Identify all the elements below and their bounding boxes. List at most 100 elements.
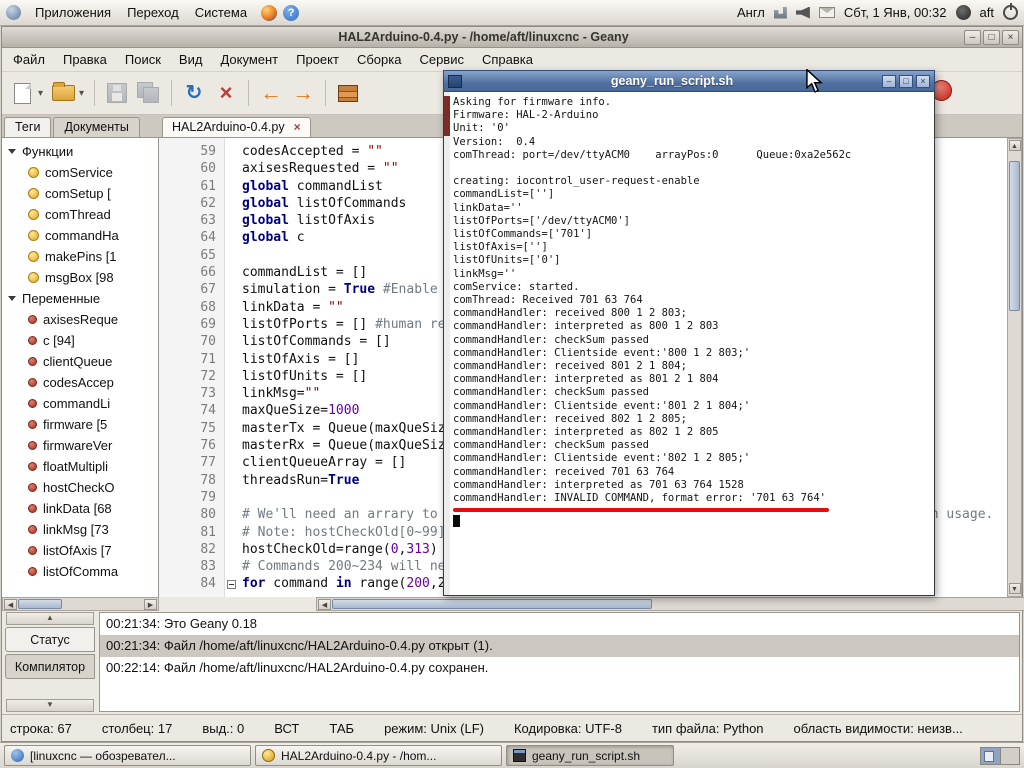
scroll-thumb[interactable] xyxy=(1009,161,1020,311)
tabs-scroll-down-icon[interactable]: ▼ xyxy=(6,699,94,712)
menubar-item[interactable]: Справка xyxy=(473,48,542,71)
menubar-item[interactable]: Документ xyxy=(211,48,287,71)
message-tab-status[interactable]: Статус xyxy=(5,627,95,652)
terminal-titlebar[interactable]: geany_run_script.sh – □ × xyxy=(443,70,935,92)
scroll-up-icon[interactable]: ▲ xyxy=(1008,140,1021,151)
taskbar-button[interactable]: HAL2Arduino-0.4.py - /hom... xyxy=(255,745,502,766)
symbol-item[interactable]: comSetup [ xyxy=(2,183,158,204)
open-file-button[interactable] xyxy=(51,78,75,108)
sidebar-hscrollbar[interactable]: ◀ ▶ xyxy=(2,597,159,611)
tabs-scroll-up-icon[interactable]: ▲ xyxy=(6,612,94,625)
scroll-thumb[interactable] xyxy=(18,599,62,609)
expander-icon[interactable] xyxy=(8,149,16,154)
workspace-switcher[interactable] xyxy=(980,746,1020,765)
save-button[interactable] xyxy=(105,78,129,108)
symbol-item[interactable]: comService xyxy=(2,162,158,183)
minimize-button[interactable]: – xyxy=(882,74,896,88)
sidebar-tab[interactable]: Теги xyxy=(4,117,52,137)
symbol-section[interactable]: Функции xyxy=(2,141,158,162)
minimize-button[interactable]: – xyxy=(964,29,981,45)
save-all-button[interactable] xyxy=(137,78,161,108)
menubar-item[interactable]: Файл xyxy=(4,48,54,71)
browser-launcher-icon[interactable] xyxy=(261,4,278,21)
maximize-button[interactable]: □ xyxy=(983,29,1000,45)
document-tab[interactable]: HAL2Arduino-0.4.py × xyxy=(162,117,311,137)
menubar-item[interactable]: Сборка xyxy=(348,48,411,71)
symbol-item[interactable]: makePins [1 xyxy=(2,246,158,267)
symbol-item[interactable]: c [94] xyxy=(2,330,158,351)
symbol-item[interactable]: linkData [68 xyxy=(2,498,158,519)
workspace-1[interactable] xyxy=(981,747,1000,764)
menubar-item[interactable]: Вид xyxy=(170,48,212,71)
terminal-scrollbar[interactable] xyxy=(444,92,450,595)
status-message-list[interactable]: 00:21:34: Это Geany 0.18 00:21:34: Файл /… xyxy=(99,612,1020,712)
volume-icon[interactable] xyxy=(795,6,810,19)
compile-button[interactable] xyxy=(336,78,360,108)
window-menu-icon[interactable] xyxy=(448,74,462,88)
symbol-item[interactable]: firmware [5 xyxy=(2,414,158,435)
clock[interactable]: Сбт, 1 Янв, 00:32 xyxy=(844,5,947,20)
back-button[interactable]: ← xyxy=(259,78,283,108)
editor-hscrollbar[interactable]: ◀ ▶ xyxy=(316,597,1024,611)
symbol-item[interactable]: codesAccep xyxy=(2,372,158,393)
status-message-row[interactable]: 00:22:14: Файл /home/aft/linuxcnc/HAL2Ar… xyxy=(100,657,1019,679)
scroll-left-icon[interactable]: ◀ xyxy=(4,598,17,610)
tab-close-icon[interactable]: × xyxy=(294,121,301,133)
new-file-button[interactable] xyxy=(10,78,34,108)
menubar-item[interactable]: Проект xyxy=(287,48,348,71)
symbol-item[interactable]: axisesReque xyxy=(2,309,158,330)
help-launcher-icon[interactable]: ? xyxy=(283,4,300,21)
symbol-item[interactable]: commandHa xyxy=(2,225,158,246)
network-icon[interactable] xyxy=(773,6,787,19)
symbol-section[interactable]: Переменные xyxy=(2,288,158,309)
variable-icon xyxy=(28,336,37,345)
taskbar-button[interactable]: [linuxcnc — обозревател... xyxy=(4,745,251,766)
open-file-dropdown[interactable]: ▾ xyxy=(79,88,84,99)
geany-titlebar[interactable]: HAL2Arduino-0.4.py - /home/aft/linuxcnc … xyxy=(2,27,1022,48)
scroll-down-icon[interactable]: ▼ xyxy=(1008,583,1021,594)
symbol-item[interactable]: linkMsg [73 xyxy=(2,519,158,540)
expander-icon[interactable] xyxy=(8,296,16,301)
symbol-item[interactable]: commandLi xyxy=(2,393,158,414)
scroll-thumb[interactable] xyxy=(444,96,450,136)
symbol-item[interactable]: hostCheckO xyxy=(2,477,158,498)
panel-menu[interactable]: Система xyxy=(187,2,255,23)
symbol-tree[interactable]: Функции comService comSetup [comThread comm… xyxy=(2,138,159,597)
message-tab-compiler[interactable]: Компилятор xyxy=(5,654,95,679)
symbol-item[interactable]: msgBox [98 xyxy=(2,267,158,288)
menubar-item[interactable]: Сервис xyxy=(410,48,473,71)
session-icon[interactable] xyxy=(955,5,971,20)
editor-vscrollbar[interactable]: ▲ ▼ xyxy=(1007,138,1022,597)
forward-button[interactable]: → xyxy=(291,78,315,108)
menubar-item[interactable]: Поиск xyxy=(116,48,170,71)
user-name[interactable]: aft xyxy=(980,5,994,20)
close-button[interactable]: × xyxy=(916,74,930,88)
keyboard-layout-indicator[interactable]: Англ xyxy=(737,5,765,20)
close-document-button[interactable]: × xyxy=(214,78,238,108)
maximize-button[interactable]: □ xyxy=(899,74,913,88)
symbol-item[interactable]: listOfComma xyxy=(2,561,158,582)
taskbar-button[interactable]: geany_run_script.sh xyxy=(506,745,674,766)
scroll-thumb[interactable] xyxy=(332,599,652,609)
mail-icon[interactable] xyxy=(818,7,835,18)
symbol-item[interactable]: listOfAxis [7 xyxy=(2,540,158,561)
panel-menu[interactable]: Переход xyxy=(119,2,187,23)
close-button[interactable]: × xyxy=(1002,29,1019,45)
symbol-item[interactable]: clientQueue xyxy=(2,351,158,372)
symbol-item[interactable]: floatMultipli xyxy=(2,456,158,477)
new-file-dropdown[interactable]: ▾ xyxy=(38,88,43,99)
panel-menu[interactable]: Приложения xyxy=(27,2,119,23)
power-icon[interactable] xyxy=(1003,3,1018,20)
revert-button[interactable]: ↻ xyxy=(182,78,206,108)
status-message-row[interactable]: 00:21:34: Файл /home/aft/linuxcnc/HAL2Ar… xyxy=(100,635,1019,657)
symbol-item[interactable]: comThread xyxy=(2,204,158,225)
scroll-right-icon[interactable]: ▶ xyxy=(144,598,157,610)
terminal-output[interactable]: Asking for firmware info. Firmware: HAL-2… xyxy=(443,92,935,596)
scroll-left-icon[interactable]: ◀ xyxy=(318,598,331,610)
menubar-item[interactable]: Правка xyxy=(54,48,116,71)
status-message-row[interactable]: 00:21:34: Это Geany 0.18 xyxy=(100,613,1019,635)
sidebar-tab[interactable]: Документы xyxy=(53,117,140,137)
symbol-item[interactable]: firmwareVer xyxy=(2,435,158,456)
workspace-2[interactable] xyxy=(1000,747,1019,764)
fold-collapse-icon[interactable] xyxy=(227,579,236,589)
